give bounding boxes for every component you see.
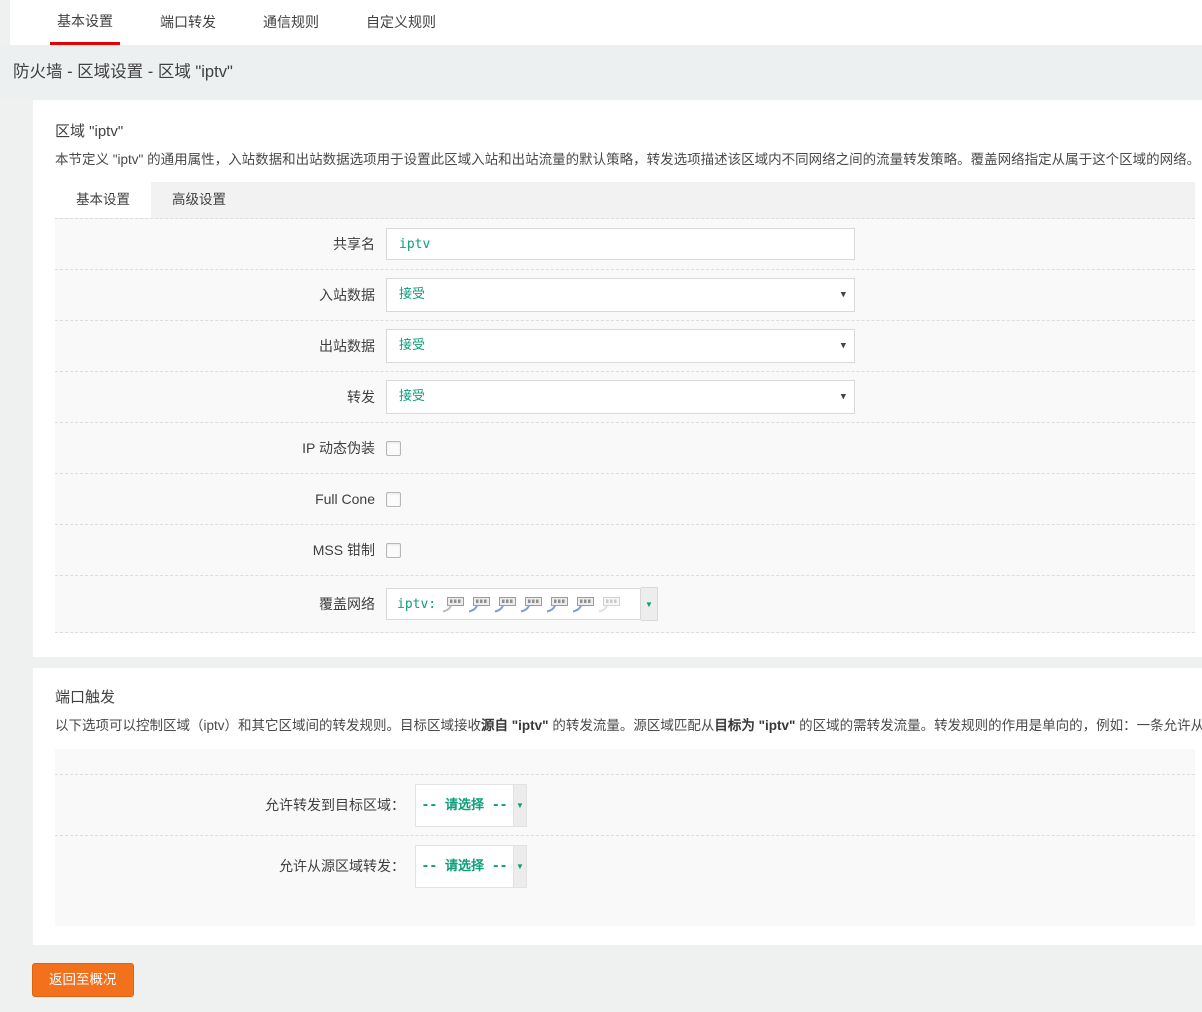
ethernet-icon — [442, 596, 465, 613]
allow-forward-to-dropdown-button[interactable]: ▼ — [514, 784, 527, 827]
zone-tab-general[interactable]: 基本设置 — [55, 182, 151, 218]
allow-forward-to-label: 允许转发到目标区域： — [55, 795, 415, 815]
covered-networks-field[interactable]: iptv: — [386, 588, 641, 620]
fullcone-checkbox[interactable] — [386, 492, 401, 507]
forward-policy-value: 接受 — [399, 389, 425, 404]
forward-section-description: 以下选项可以控制区域（iptv）和其它区域间的转发规则。目标区域接收源自 "ip… — [55, 716, 1202, 735]
name-label: 共享名 — [55, 234, 386, 254]
name-input[interactable] — [386, 228, 855, 260]
tab-traffic-rules[interactable]: 通信规则 — [256, 0, 326, 45]
chevron-down-icon: ▼ — [841, 381, 846, 413]
top-tab-bar: 基本设置 端口转发 通信规则 自定义规则 — [10, 0, 1202, 45]
form-row-name: 共享名 — [55, 219, 1195, 270]
forward-policy-select[interactable]: 接受 ▼ — [386, 380, 855, 414]
input-policy-label: 入站数据 — [55, 285, 386, 305]
ethernet-icon — [598, 596, 621, 613]
tab-port-forwards[interactable]: 端口转发 — [153, 0, 223, 45]
network-interface-icons — [442, 596, 621, 613]
covered-networks-combo[interactable]: iptv: ▼ — [386, 587, 658, 621]
form-row-mss-clamping: MSS 钳制 — [55, 525, 1195, 576]
page-title: 防火墙 - 区域设置 - 区域 "iptv" — [0, 45, 1202, 100]
zone-tabstrip: 基本设置 高级设置 — [55, 182, 1195, 219]
allow-forward-from-dropdown-button[interactable]: ▼ — [514, 845, 527, 888]
covered-networks-dropdown-button[interactable]: ▼ — [641, 587, 658, 621]
form-row-masquerade: IP 动态伪装 — [55, 423, 1195, 474]
zone-section-title: 区域 "iptv" — [55, 100, 1202, 141]
tab-custom-rules[interactable]: 自定义规则 — [359, 0, 443, 45]
chevron-down-icon: ▼ — [516, 801, 524, 810]
masquerade-label: IP 动态伪装 — [55, 438, 386, 458]
chevron-down-icon: ▼ — [841, 330, 846, 362]
mss-clamping-checkbox[interactable] — [386, 543, 401, 558]
allow-forward-to-select[interactable]: -- 请选择 -- ▼ — [415, 784, 527, 827]
chevron-down-icon: ▼ — [516, 862, 524, 871]
output-policy-label: 出站数据 — [55, 336, 386, 356]
zone-section-description: 本节定义 "iptv" 的通用属性，入站数据和出站数据选项用于设置此区域入站和出… — [55, 150, 1202, 169]
form-row-output-policy: 出站数据 接受 ▼ — [55, 321, 1195, 372]
forward-policy-label: 转发 — [55, 387, 386, 407]
input-policy-value: 接受 — [399, 287, 425, 302]
forward-form: 允许转发到目标区域： -- 请选择 -- ▼ 允许从源区域转发： -- 请选择 … — [55, 749, 1195, 926]
zone-settings-card: 区域 "iptv" 本节定义 "iptv" 的通用属性，入站数据和出站数据选项用… — [33, 100, 1202, 657]
forward-section-title: 端口触发 — [55, 668, 1202, 707]
form-row-allow-forward-from: 允许从源区域转发： -- 请选择 -- ▼ — [55, 835, 1195, 896]
mss-clamping-label: MSS 钳制 — [55, 540, 386, 560]
covered-networks-value: iptv: — [397, 597, 436, 612]
masquerade-checkbox[interactable] — [386, 441, 401, 456]
port-trigger-card: 端口触发 以下选项可以控制区域（iptv）和其它区域间的转发规则。目标区域接收源… — [33, 668, 1202, 945]
top-nav: 基本设置 端口转发 通信规则 自定义规则 — [10, 0, 1202, 45]
allow-forward-from-label: 允许从源区域转发： — [55, 856, 415, 876]
chevron-down-icon: ▼ — [841, 279, 846, 311]
zone-tab-advanced[interactable]: 高级设置 — [151, 182, 247, 218]
ethernet-icon — [572, 596, 595, 613]
ethernet-icon — [468, 596, 491, 613]
chevron-down-icon: ▼ — [645, 600, 653, 609]
ethernet-icon — [520, 596, 543, 613]
tab-basic-settings[interactable]: 基本设置 — [50, 0, 120, 45]
fullcone-label: Full Cone — [55, 491, 386, 507]
form-row-covered-networks: 覆盖网络 iptv: ▼ — [55, 576, 1195, 633]
allow-forward-from-select[interactable]: -- 请选择 -- ▼ — [415, 845, 527, 888]
ethernet-icon — [494, 596, 517, 613]
allow-forward-from-value: -- 请选择 -- — [415, 845, 514, 888]
form-row-forward-policy: 转发 接受 ▼ — [55, 372, 1195, 423]
output-policy-value: 接受 — [399, 338, 425, 353]
input-policy-select[interactable]: 接受 ▼ — [386, 278, 855, 312]
form-row-fullcone: Full Cone — [55, 474, 1195, 525]
allow-forward-to-value: -- 请选择 -- — [415, 784, 514, 827]
zone-form: 共享名 入站数据 接受 ▼ 出站数据 接受 ▼ 转 — [55, 219, 1195, 633]
form-row-input-policy: 入站数据 接受 ▼ — [55, 270, 1195, 321]
output-policy-select[interactable]: 接受 ▼ — [386, 329, 855, 363]
covered-networks-label: 覆盖网络 — [55, 594, 386, 614]
back-to-overview-button[interactable]: 返回至概况 — [32, 963, 134, 997]
ethernet-icon — [546, 596, 569, 613]
form-row-allow-forward-to: 允许转发到目标区域： -- 请选择 -- ▼ — [55, 774, 1195, 835]
